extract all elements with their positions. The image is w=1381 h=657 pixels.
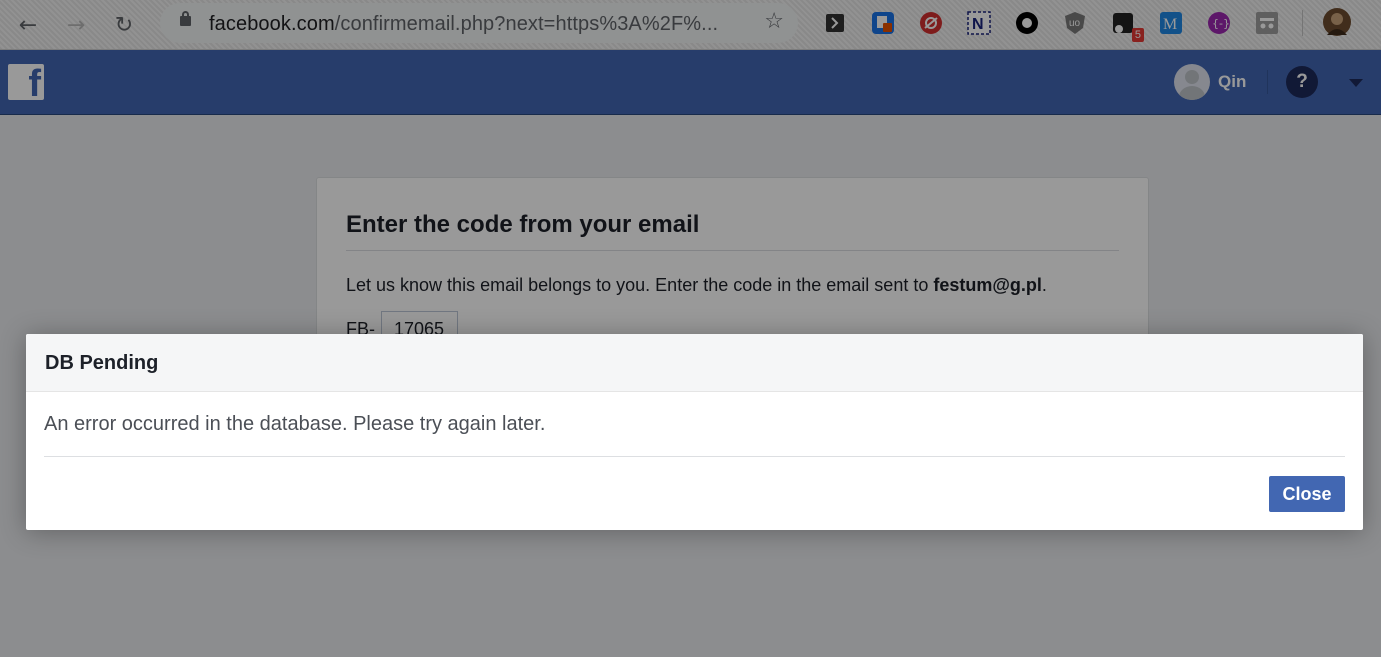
dialog-header: DB Pending [26, 334, 1363, 392]
dialog-divider [44, 456, 1345, 457]
error-dialog: DB Pending An error occurred in the data… [26, 334, 1363, 530]
dialog-title: DB Pending [45, 352, 159, 374]
dialog-message: An error occurred in the database. Pleas… [44, 413, 546, 435]
modal-overlay [0, 0, 1381, 657]
close-button[interactable]: Close [1269, 476, 1345, 512]
